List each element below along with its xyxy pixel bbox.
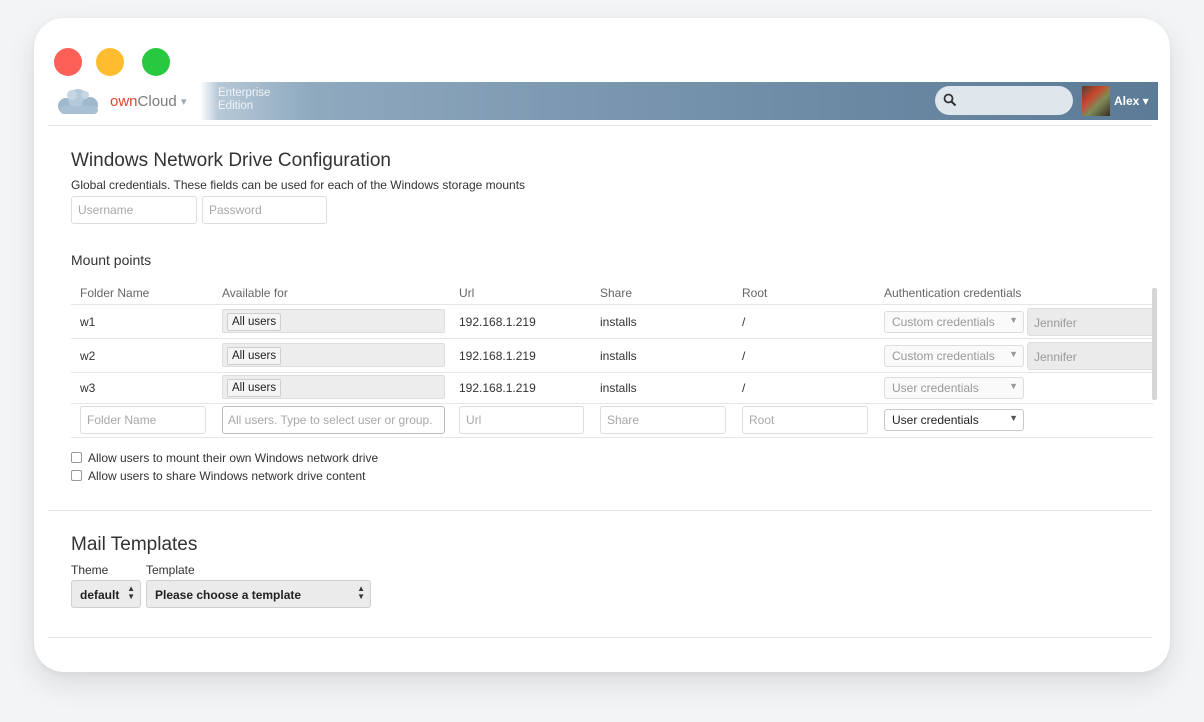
- minimize-window-button[interactable]: [96, 48, 124, 76]
- allow-share-label: Allow users to share Windows network dri…: [88, 469, 366, 483]
- user-group-chip[interactable]: All users: [227, 347, 282, 365]
- brand-cloud-text: Cloud: [137, 93, 177, 110]
- edition-label: Enterprise Edition: [218, 87, 270, 113]
- mount-available-for-field[interactable]: All users: [222, 309, 445, 333]
- column-header-folder-name: Folder Name: [80, 286, 150, 300]
- allow-share-checkbox[interactable]: [71, 470, 82, 481]
- new-available-for-input[interactable]: [222, 406, 445, 434]
- bottom-divider: [48, 637, 1152, 638]
- brand-name[interactable]: ownCloud: [110, 93, 177, 110]
- new-auth-credentials-select[interactable]: User credentials ▼: [884, 409, 1024, 431]
- new-url-input[interactable]: [459, 406, 584, 434]
- credentials-username-field[interactable]: Jennifer: [1027, 342, 1157, 370]
- dropdown-caret-icon: ▼: [1009, 413, 1018, 423]
- edition-line-2: Edition: [218, 100, 254, 112]
- table-header-divider: [71, 304, 1153, 305]
- dropdown-caret-icon: ▼: [1009, 381, 1018, 391]
- auth-credentials-select[interactable]: Custom credentials ▼: [884, 311, 1024, 333]
- allow-mount-option[interactable]: Allow users to mount their own Windows n…: [71, 451, 378, 465]
- edition-line-1: Enterprise: [218, 87, 271, 99]
- close-window-button[interactable]: [54, 48, 82, 76]
- table-row-divider: [71, 403, 1153, 404]
- top-header: ownCloud ▾ Enterprise Edition Alex ▾: [50, 82, 1158, 120]
- updown-arrows-icon: ▲ ▼: [357, 584, 365, 601]
- column-header-auth-credentials: Authentication credentials: [884, 286, 1022, 300]
- column-header-share: Share: [600, 286, 633, 300]
- mail-templates-title: Mail Templates: [71, 534, 198, 555]
- dropdown-caret-icon: ▼: [1009, 349, 1018, 359]
- user-group-chip[interactable]: All users: [227, 313, 282, 331]
- search-icon: [943, 93, 957, 107]
- mount-folder-name[interactable]: w1: [80, 315, 95, 329]
- template-value: Please choose a template: [155, 588, 302, 602]
- section-divider: [48, 510, 1152, 511]
- mount-points-title: Mount points: [71, 252, 152, 268]
- template-select[interactable]: Please choose a template ▲ ▼: [146, 580, 371, 608]
- user-menu[interactable]: Alex ▾: [1114, 94, 1149, 108]
- table-row-divider: [71, 338, 1153, 339]
- wnd-config-description: Global credentials. These fields can be …: [71, 178, 526, 192]
- new-root-input[interactable]: [742, 406, 868, 434]
- auth-credentials-value: Custom credentials: [892, 349, 995, 363]
- auth-credentials-select[interactable]: User credentials ▼: [884, 377, 1024, 399]
- mount-root[interactable]: /: [742, 381, 745, 395]
- allow-mount-checkbox[interactable]: [71, 452, 82, 463]
- auth-credentials-value: Custom credentials: [892, 315, 995, 329]
- mount-root[interactable]: /: [742, 315, 745, 329]
- auth-credentials-select[interactable]: Custom credentials ▼: [884, 345, 1024, 367]
- column-header-available-for: Available for: [222, 286, 288, 300]
- mount-url[interactable]: 192.168.1.219: [459, 349, 536, 363]
- new-folder-name-input[interactable]: [80, 406, 206, 434]
- table-scrollbar[interactable]: [1152, 288, 1157, 400]
- mount-url[interactable]: 192.168.1.219: [459, 315, 536, 329]
- wnd-config-title: Windows Network Drive Configuration: [71, 150, 391, 171]
- column-header-url: Url: [459, 286, 475, 300]
- global-username-input[interactable]: [71, 196, 197, 224]
- mount-folder-name[interactable]: w3: [80, 381, 95, 395]
- table-row-divider: [71, 372, 1153, 373]
- dropdown-caret-icon: ▼: [1009, 315, 1018, 325]
- avatar[interactable]: [1082, 86, 1110, 116]
- table-bottom-divider: [71, 437, 1153, 438]
- header-divider: [48, 125, 1152, 126]
- auth-credentials-value: User credentials: [892, 381, 979, 395]
- theme-label: Theme: [71, 563, 109, 577]
- brand-own-text: own: [110, 93, 138, 110]
- mount-share[interactable]: installs: [600, 381, 637, 395]
- user-group-chip[interactable]: All users: [227, 379, 282, 397]
- mount-available-for-field[interactable]: All users: [222, 343, 445, 367]
- mount-share[interactable]: installs: [600, 349, 637, 363]
- mount-available-for-field[interactable]: All users: [222, 375, 445, 399]
- app-window: ownCloud ▾ Enterprise Edition Alex ▾ Win…: [34, 18, 1170, 672]
- mount-url[interactable]: 192.168.1.219: [459, 381, 536, 395]
- allow-share-option[interactable]: Allow users to share Windows network dri…: [71, 469, 365, 483]
- allow-mount-label: Allow users to mount their own Windows n…: [88, 451, 379, 465]
- search-box[interactable]: [935, 86, 1073, 115]
- owncloud-logo-icon[interactable]: [52, 86, 104, 116]
- global-password-input[interactable]: [202, 196, 327, 224]
- maximize-window-button[interactable]: [142, 48, 170, 76]
- new-share-input[interactable]: [600, 406, 726, 434]
- theme-value: default: [80, 588, 120, 602]
- column-header-root: Root: [742, 286, 768, 300]
- template-label: Template: [146, 563, 195, 577]
- mount-share[interactable]: installs: [600, 315, 637, 329]
- mount-root[interactable]: /: [742, 349, 745, 363]
- theme-select[interactable]: default ▲ ▼: [71, 580, 141, 608]
- new-auth-credentials-value: User credentials: [892, 413, 979, 427]
- mount-folder-name[interactable]: w2: [80, 349, 95, 363]
- apps-menu-chevron-icon[interactable]: ▾: [181, 95, 187, 108]
- credentials-username-field[interactable]: Jennifer: [1027, 308, 1157, 336]
- updown-arrows-icon: ▲ ▼: [127, 584, 135, 601]
